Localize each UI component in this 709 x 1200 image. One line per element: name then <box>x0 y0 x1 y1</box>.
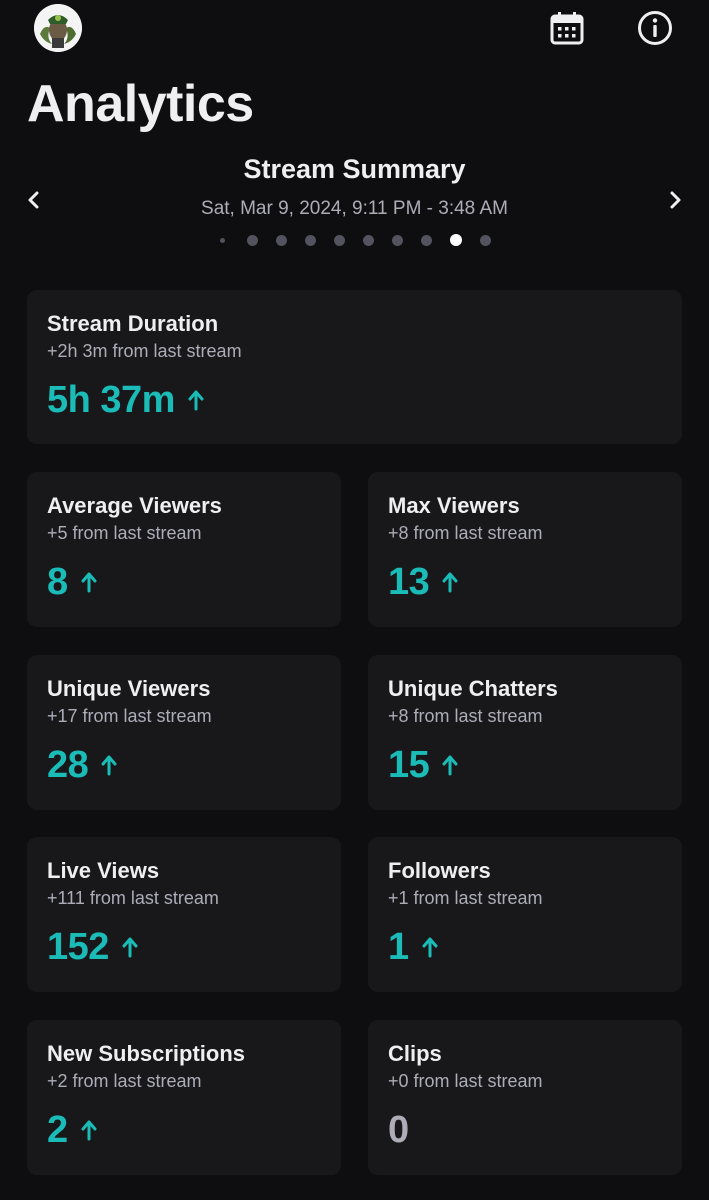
stat-card-followers[interactable]: Followers +1 from last stream 1 <box>368 837 682 992</box>
stat-label: Followers <box>388 858 491 883</box>
pagination-dot[interactable] <box>247 235 258 246</box>
stat-delta: +111 from last stream <box>47 888 219 908</box>
pagination-dot[interactable] <box>220 238 225 243</box>
chevron-right-icon[interactable] <box>661 186 689 214</box>
stream-summary-title: Stream Summary <box>243 154 466 184</box>
stat-card-max-viewers[interactable]: Max Viewers +8 from last stream 13 <box>368 472 682 627</box>
stat-label: Live Views <box>47 858 160 883</box>
stat-card-new-subscriptions[interactable]: New Subscriptions +2 from last stream 2 <box>27 1020 341 1175</box>
pagination-dots <box>210 232 500 250</box>
stat-delta: +17 from last stream <box>47 706 212 726</box>
stat-value: 0 <box>388 1109 409 1151</box>
stat-value: 15 <box>388 744 430 786</box>
pagination-dot[interactable] <box>334 235 345 246</box>
arrow-up-icon <box>442 755 458 776</box>
pagination-dot[interactable] <box>363 235 374 246</box>
stat-label: Average Viewers <box>47 493 222 518</box>
stat-value: 152 <box>47 926 109 968</box>
stat-value: 13 <box>388 561 430 603</box>
pagination-dot[interactable] <box>392 235 403 246</box>
stat-label: New Subscriptions <box>47 1041 246 1066</box>
stat-card-stream-duration[interactable]: Stream Duration +2h 3m from last stream … <box>27 290 682 444</box>
info-icon[interactable] <box>637 10 673 46</box>
stat-label: Clips <box>388 1041 442 1066</box>
arrow-up-icon <box>122 937 138 958</box>
stat-card-unique-chatters[interactable]: Unique Chatters +8 from last stream 15 <box>368 655 682 810</box>
arrow-up-icon <box>81 1120 97 1141</box>
stat-delta: +2h 3m from last stream <box>47 341 242 361</box>
arrow-up-icon <box>442 572 458 593</box>
pagination-dot-active[interactable] <box>450 234 462 246</box>
stat-value: 8 <box>47 561 68 603</box>
arrow-up-icon <box>188 390 204 411</box>
stat-label: Unique Viewers <box>47 676 211 701</box>
arrow-up-icon <box>81 572 97 593</box>
calendar-icon[interactable] <box>549 10 585 46</box>
analytics-screen: Analytics Stream Summary Sat, Mar 9, 202… <box>0 0 709 1200</box>
avatar[interactable] <box>34 4 82 52</box>
stat-card-unique-viewers[interactable]: Unique Viewers +17 from last stream 28 <box>27 655 341 810</box>
stat-delta: +0 from last stream <box>388 1071 543 1091</box>
stat-value: 2 <box>47 1109 68 1151</box>
stat-delta: +2 from last stream <box>47 1071 202 1091</box>
stat-card-clips[interactable]: Clips +0 from last stream 0 <box>368 1020 682 1175</box>
pagination-dot[interactable] <box>305 235 316 246</box>
stat-delta: +8 from last stream <box>388 523 543 543</box>
stat-value: 1 <box>388 926 409 968</box>
stat-value: 28 <box>47 744 89 786</box>
arrow-up-icon <box>101 755 117 776</box>
stat-label: Unique Chatters <box>388 676 558 701</box>
stat-card-average-viewers[interactable]: Average Viewers +5 from last stream 8 <box>27 472 341 627</box>
pagination-dot[interactable] <box>421 235 432 246</box>
stat-card-live-views[interactable]: Live Views +111 from last stream 152 <box>27 837 341 992</box>
pagination-dot[interactable] <box>480 235 491 246</box>
pagination-dot[interactable] <box>276 235 287 246</box>
page-title: Analytics <box>27 75 254 133</box>
stat-delta: +5 from last stream <box>47 523 202 543</box>
arrow-up-icon <box>422 937 438 958</box>
stat-delta: +1 from last stream <box>388 888 543 908</box>
stat-value: 5h 37m <box>47 379 175 421</box>
stream-date-range: Sat, Mar 9, 2024, 9:11 PM - 3:48 AM <box>201 198 508 219</box>
stat-delta: +8 from last stream <box>388 706 543 726</box>
stat-label: Max Viewers <box>388 493 520 518</box>
stat-label: Stream Duration <box>47 311 219 336</box>
